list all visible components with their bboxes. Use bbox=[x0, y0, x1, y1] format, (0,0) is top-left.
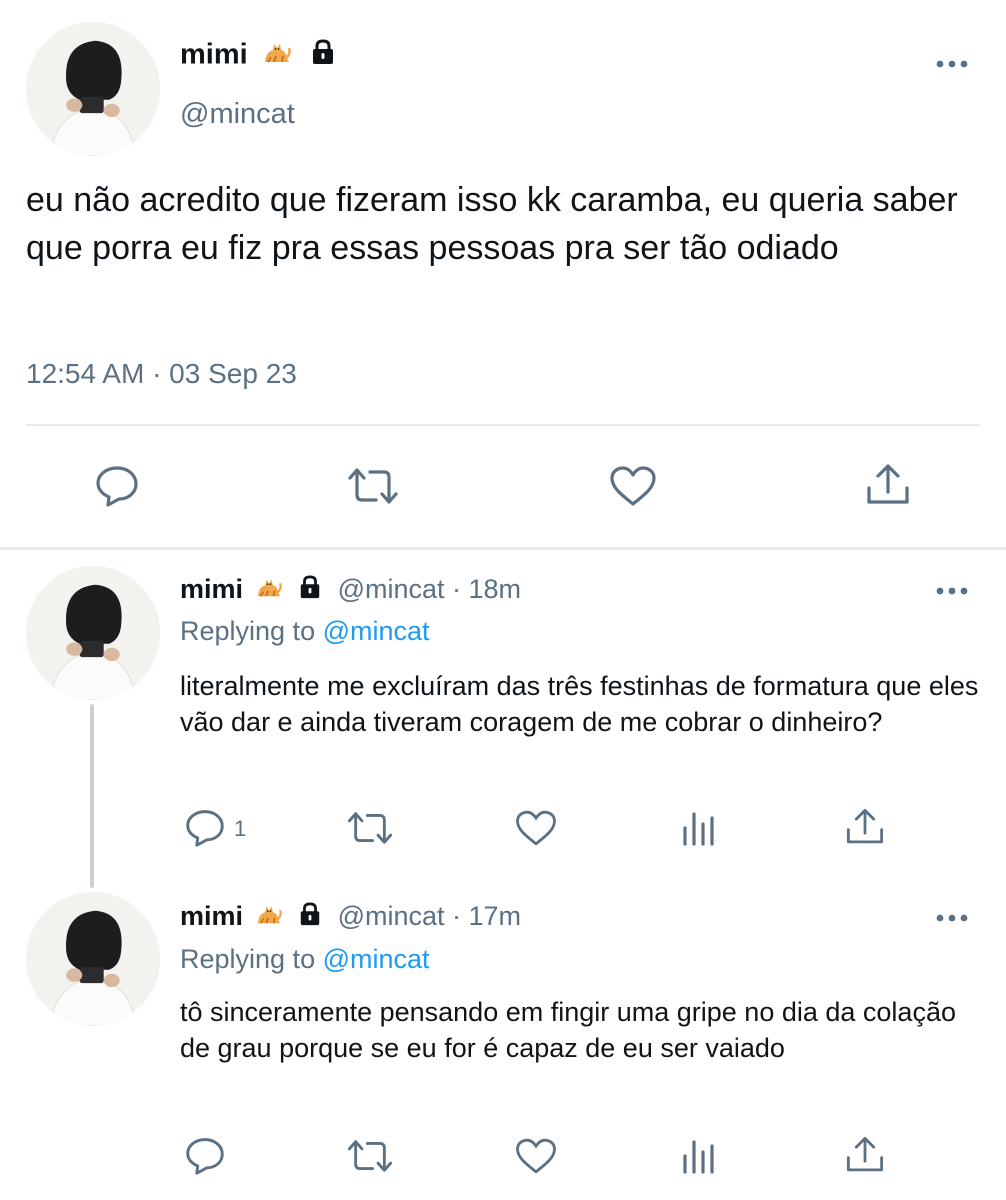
more-icon[interactable] bbox=[934, 912, 970, 924]
cat-emoji bbox=[255, 901, 283, 934]
author-name[interactable]: mimi bbox=[180, 901, 243, 931]
retweet-icon[interactable] bbox=[344, 808, 396, 848]
reply-icon[interactable] bbox=[184, 1136, 226, 1176]
like-icon[interactable] bbox=[608, 464, 658, 508]
replying-to-label: Replying to bbox=[180, 944, 316, 974]
more-icon[interactable] bbox=[934, 58, 970, 70]
reply-text: literalmente me excluíram das três festi… bbox=[180, 671, 979, 737]
avatar[interactable] bbox=[26, 566, 160, 700]
reply-icon[interactable] bbox=[184, 808, 226, 848]
cat-emoji bbox=[255, 574, 283, 607]
analytics-icon[interactable] bbox=[680, 1136, 720, 1176]
reply-icon[interactable] bbox=[94, 464, 140, 508]
avatar[interactable] bbox=[26, 22, 160, 156]
author-handle[interactable]: @mincat bbox=[180, 98, 295, 131]
like-icon[interactable] bbox=[514, 1136, 558, 1176]
reply-text: tô sinceramente pensando em fingir uma g… bbox=[180, 997, 956, 1063]
retweet-icon[interactable] bbox=[344, 1136, 396, 1176]
more-icon[interactable] bbox=[934, 585, 970, 597]
tweet-timestamp[interactable]: 12:54 AM · 03 Sep 23 bbox=[26, 358, 297, 390]
author-name[interactable]: mimi bbox=[180, 574, 243, 604]
author-name-row[interactable]: mimi bbox=[180, 38, 336, 74]
lock-icon bbox=[310, 38, 336, 74]
divider bbox=[26, 424, 980, 426]
reply-time[interactable]: · 17m bbox=[452, 901, 521, 931]
tweet-text: eu não acredito que fizeram isso kk cara… bbox=[26, 181, 958, 267]
reply-count: 1 bbox=[234, 816, 247, 841]
lock-icon bbox=[298, 574, 322, 607]
share-icon[interactable] bbox=[844, 1134, 886, 1176]
share-icon[interactable] bbox=[844, 806, 886, 848]
author-name[interactable]: mimi bbox=[180, 39, 248, 71]
reply-time[interactable]: · 18m bbox=[452, 574, 521, 604]
mention-link[interactable]: @mincat bbox=[323, 944, 430, 974]
divider bbox=[0, 547, 1006, 550]
mention-link[interactable]: @mincat bbox=[323, 616, 430, 646]
replying-to: Replying to @mincat bbox=[180, 944, 430, 975]
reply-header[interactable]: mimi @mincat · 18m bbox=[180, 574, 521, 607]
replying-to-label: Replying to bbox=[180, 616, 316, 646]
share-icon[interactable] bbox=[864, 462, 912, 508]
reply-header[interactable]: mimi @mincat · 17m bbox=[180, 901, 521, 934]
replying-to: Replying to @mincat bbox=[180, 616, 430, 647]
lock-icon bbox=[298, 901, 322, 934]
avatar[interactable] bbox=[26, 892, 160, 1026]
analytics-icon[interactable] bbox=[680, 808, 720, 848]
like-icon[interactable] bbox=[514, 808, 558, 848]
retweet-icon[interactable] bbox=[344, 464, 402, 508]
thread-connector bbox=[90, 704, 94, 888]
author-handle[interactable]: @mincat bbox=[338, 574, 445, 604]
author-handle[interactable]: @mincat bbox=[338, 901, 445, 931]
cat-emoji bbox=[262, 38, 292, 74]
